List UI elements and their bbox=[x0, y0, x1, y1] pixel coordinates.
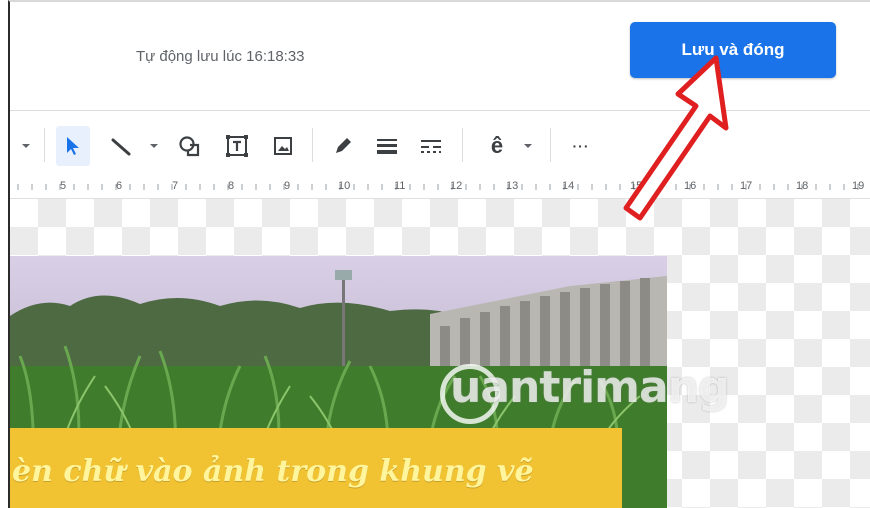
drawing-toolbar: ê ··· bbox=[10, 120, 870, 172]
pencil-icon[interactable] bbox=[328, 120, 358, 172]
horizontal-ruler: 5 6 7 8 9 10 11 12 13 14 15 16 17 18 19 bbox=[10, 176, 870, 199]
ruler-label: 14 bbox=[562, 180, 575, 192]
dialog-header: Tự động lưu lúc 16:18:33 Lưu và đóng bbox=[10, 2, 870, 111]
ruler-label: 11 bbox=[394, 180, 406, 192]
ruler-label: 6 bbox=[116, 180, 123, 192]
ruler-label: 18 bbox=[796, 180, 809, 192]
toolbar-separator bbox=[550, 128, 551, 162]
toolbar-separator bbox=[312, 128, 313, 162]
ruler-label: 8 bbox=[228, 180, 235, 192]
shape-icon[interactable] bbox=[176, 120, 206, 172]
font-icon[interactable]: ê bbox=[482, 120, 512, 172]
line-dropdown-icon[interactable] bbox=[146, 120, 162, 172]
line-weight-icon[interactable] bbox=[372, 120, 402, 172]
ruler-label: 10 bbox=[338, 180, 351, 192]
ruler-label: 16 bbox=[684, 180, 697, 192]
ruler-label: 17 bbox=[740, 180, 753, 192]
font-dropdown-icon[interactable] bbox=[520, 120, 536, 172]
save-and-close-button[interactable]: Lưu và đóng bbox=[630, 22, 836, 78]
drawing-dialog: Tự động lưu lúc 16:18:33 Lưu và đóng ê ·… bbox=[8, 0, 870, 508]
autosave-status: Tự động lưu lúc 16:18:33 bbox=[136, 48, 305, 65]
ruler-label: 5 bbox=[60, 180, 67, 192]
ruler-label: 12 bbox=[450, 180, 463, 192]
ruler-label: 19 bbox=[852, 180, 865, 192]
image-icon[interactable] bbox=[268, 120, 298, 172]
banner-text: èn chữ vào ảnh trong khung vẽ bbox=[12, 453, 534, 489]
toolbar-separator bbox=[44, 128, 45, 162]
drawing-canvas[interactable]: èn chữ vào ảnh trong khung vẽ bbox=[10, 199, 870, 508]
text-banner[interactable]: èn chữ vào ảnh trong khung vẽ bbox=[10, 428, 622, 508]
ruler-label: 13 bbox=[506, 180, 519, 192]
select-cursor-icon[interactable] bbox=[56, 126, 90, 166]
more-icon[interactable]: ··· bbox=[566, 120, 596, 172]
line-icon[interactable] bbox=[106, 120, 136, 172]
watermark: uantrimang bbox=[450, 362, 730, 413]
zoom-dropdown-icon[interactable] bbox=[16, 120, 36, 172]
toolbar-separator bbox=[462, 128, 463, 162]
line-dash-icon[interactable] bbox=[416, 120, 446, 172]
text-box-icon[interactable] bbox=[222, 120, 252, 172]
ruler-label: 9 bbox=[284, 180, 291, 192]
ruler-label: 7 bbox=[172, 180, 179, 192]
ruler-label: 15 bbox=[630, 180, 643, 192]
